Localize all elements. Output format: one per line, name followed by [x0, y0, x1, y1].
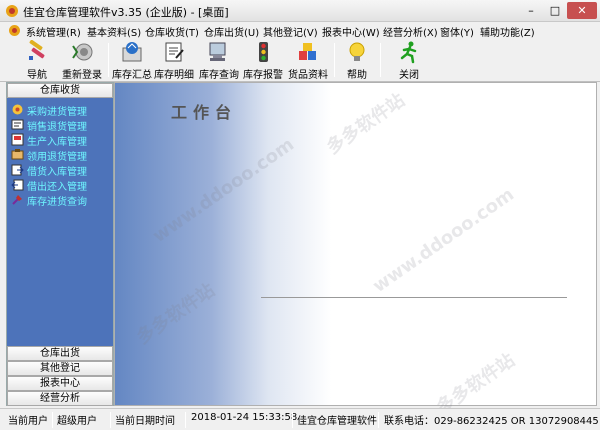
nav-item-label: 采购进货管理 — [27, 107, 87, 118]
status-product: 佳宜仓库管理软件 — [297, 416, 377, 427]
nav-item-sales-return[interactable]: 销售退货管理 — [11, 117, 113, 133]
requisition-return-icon — [11, 149, 24, 160]
nav-item-requisition-return[interactable]: 领用退货管理 — [11, 147, 113, 163]
inventory-summary-icon — [122, 42, 142, 62]
nav-item-purchase[interactable]: 采购进货管理 — [11, 102, 113, 118]
menu-warehouse-ship[interactable]: 仓库出货(U) — [204, 24, 259, 39]
menu-window[interactable]: 窗体(Y) — [440, 24, 474, 39]
nav-item-stock-query[interactable]: 库存进货查询 — [11, 192, 113, 208]
menu-app-icon — [9, 25, 20, 36]
status-date-label: 当前日期时间 — [115, 416, 175, 427]
status-user-label: 当前用户 — [8, 416, 48, 427]
close-button[interactable]: 关闭 — [392, 39, 426, 81]
stock-query-icon — [12, 195, 22, 205]
status-separator — [110, 412, 111, 428]
status-separator — [378, 412, 379, 428]
menu-assist[interactable]: 辅助功能(Z) — [480, 24, 535, 39]
menu-business-analysis[interactable]: 经营分析(X) — [383, 24, 438, 39]
nav-item-label: 借货入库管理 — [27, 167, 87, 178]
inventory-detail-icon — [165, 42, 184, 62]
section-header-ship[interactable]: 仓库出货 — [7, 346, 113, 361]
status-date-value: 2018-01-24 15:33:58 — [191, 412, 298, 423]
status-user-value: 超级用户 — [57, 416, 97, 427]
goods-boxes-icon — [299, 43, 316, 60]
nav-item-label: 领用退货管理 — [27, 152, 87, 163]
nav-item-lend-return[interactable]: 借出还入管理 — [11, 177, 113, 193]
traffic-light-icon — [259, 42, 268, 62]
section-header-other[interactable]: 其他登记 — [7, 361, 113, 376]
lend-return-icon — [11, 179, 24, 191]
toolbar-separator — [380, 43, 381, 77]
sales-return-icon — [11, 119, 24, 130]
maximize-button[interactable]: □ — [544, 2, 566, 19]
title-bar: 佳宜仓库管理软件v3.35 (企业版) - [桌面] – □ ✕ — [0, 0, 600, 22]
status-separator — [292, 412, 293, 428]
section-header-receive[interactable]: 仓库收货 — [7, 83, 113, 98]
inventory-query-icon — [209, 42, 226, 61]
workspace-title: 工作台 — [171, 103, 238, 122]
status-contact: 联系电话：029-86232425 OR 13072908445 — [384, 416, 599, 427]
left-nav-panel: 仓库收货 采购进货管理 销售退货管理 生产入库管理 领用退货管理 借货入库管理 … — [6, 82, 114, 406]
toolbar: 导航 重新登录 库存汇总 库存明细 库存查询 库存报警 货品资料 帮助 关闭 — [0, 39, 600, 82]
app-logo-icon — [6, 5, 18, 17]
relogin-icon — [72, 43, 93, 61]
lightbulb-icon — [349, 42, 365, 61]
inventory-detail-button[interactable]: 库存明细 — [154, 39, 194, 81]
goods-data-button[interactable]: 货品资料 — [288, 39, 328, 81]
menu-basic-data[interactable]: 基本资料(S) — [87, 24, 141, 39]
goods-data-label: 货品资料 — [288, 70, 328, 81]
section-header-report[interactable]: 报表中心 — [7, 376, 113, 391]
relogin-label: 重新登录 — [62, 70, 102, 81]
close-window-button[interactable]: ✕ — [567, 2, 597, 19]
purchase-icon — [12, 104, 23, 115]
status-separator — [52, 412, 53, 428]
menu-system[interactable]: 系统管理(R) — [26, 24, 81, 39]
inventory-summary-button[interactable]: 库存汇总 — [112, 39, 152, 81]
close-label: 关闭 — [399, 70, 419, 81]
menu-warehouse-receive[interactable]: 仓库收货(T) — [145, 24, 199, 39]
nav-item-borrow-in[interactable]: 借货入库管理 — [11, 162, 113, 178]
help-label: 帮助 — [347, 70, 367, 81]
production-icon — [11, 133, 24, 146]
navigation-icon — [29, 40, 45, 60]
nav-item-label: 库存进货查询 — [27, 197, 87, 208]
inventory-alarm-button[interactable]: 库存报警 — [243, 39, 283, 81]
nav-item-area: 采购进货管理 销售退货管理 生产入库管理 领用退货管理 借货入库管理 借出还入管… — [7, 98, 113, 348]
minimize-button[interactable]: – — [520, 2, 542, 19]
nav-button[interactable]: 导航 — [22, 39, 52, 81]
workspace-divider — [261, 297, 567, 298]
window-title: 佳宜仓库管理软件v3.35 (企业版) - [桌面] — [23, 6, 229, 19]
section-header-analysis[interactable]: 经营分析 — [7, 391, 113, 406]
status-bar: 当前用户 超级用户 当前日期时间 2018-01-24 15:33:58 佳宜仓… — [0, 408, 600, 430]
nav-item-label: 生产入库管理 — [27, 137, 87, 148]
nav-item-label: 借出还入管理 — [27, 182, 87, 193]
nav-item-label: 销售退货管理 — [27, 122, 87, 133]
nav-item-production[interactable]: 生产入库管理 — [11, 132, 113, 148]
menu-other-register[interactable]: 其他登记(V) — [263, 24, 318, 39]
borrow-in-icon — [11, 164, 24, 176]
menu-report-center[interactable]: 报表中心(W) — [322, 24, 380, 39]
nav-label: 导航 — [27, 70, 47, 81]
running-man-icon — [400, 41, 417, 64]
status-separator — [185, 412, 186, 428]
help-button[interactable]: 帮助 — [340, 39, 374, 81]
relogin-button[interactable]: 重新登录 — [62, 39, 102, 81]
menu-bar: 系统管理(R) 基本资料(S) 仓库收货(T) 仓库出货(U) 其他登记(V) … — [0, 22, 600, 39]
inventory-query-button[interactable]: 库存查询 — [199, 39, 239, 81]
